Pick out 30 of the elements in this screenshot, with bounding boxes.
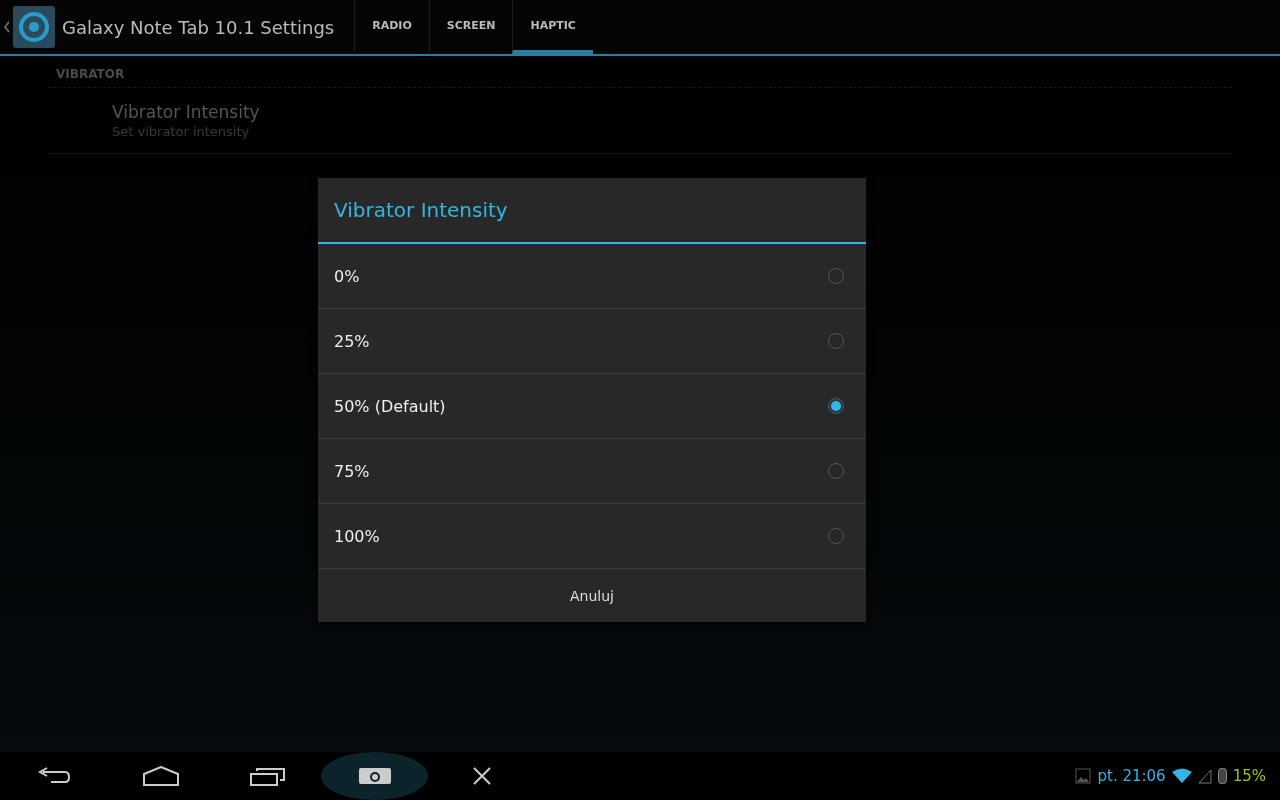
camera-icon xyxy=(357,766,392,786)
battery-level: 15% xyxy=(1232,767,1266,785)
section-header: VIBRATOR xyxy=(48,56,1232,88)
app-title: Galaxy Note Tab 10.1 Settings xyxy=(62,16,335,38)
option-label: 0% xyxy=(334,266,360,286)
close-icon xyxy=(471,766,492,786)
option-label: 100% xyxy=(334,526,380,546)
option-row[interactable]: 0% xyxy=(318,244,866,309)
wifi-icon xyxy=(1171,768,1192,784)
dialog-title: Vibrator Intensity xyxy=(318,178,866,244)
option-row[interactable]: 50% (Default) xyxy=(318,374,866,439)
item-title: Vibrator Intensity xyxy=(112,102,261,122)
tab[interactable]: SCREEN xyxy=(428,0,513,54)
option-label: 25% xyxy=(334,331,370,351)
item-summary: Set vibrator intensity xyxy=(112,124,251,139)
option-row[interactable]: 100% xyxy=(318,504,866,569)
stacked-rectangles-icon xyxy=(249,766,286,786)
option-row[interactable]: 25% xyxy=(318,309,866,374)
house-outline-icon xyxy=(141,766,180,786)
back-arrow-icon xyxy=(36,767,71,785)
back-caret-icon[interactable] xyxy=(4,21,10,33)
signal-icon xyxy=(1197,768,1212,784)
image-icon xyxy=(1075,768,1092,784)
option-row[interactable]: 75% xyxy=(318,439,866,504)
option-label: 75% xyxy=(334,461,370,481)
cancel-button[interactable]: Anuluj xyxy=(318,569,866,622)
option-label: 50% (Default) xyxy=(334,396,446,416)
radio-button[interactable] xyxy=(828,398,844,414)
clock: pt. 21:06 xyxy=(1097,767,1166,785)
tab[interactable]: RADIO xyxy=(354,0,429,54)
